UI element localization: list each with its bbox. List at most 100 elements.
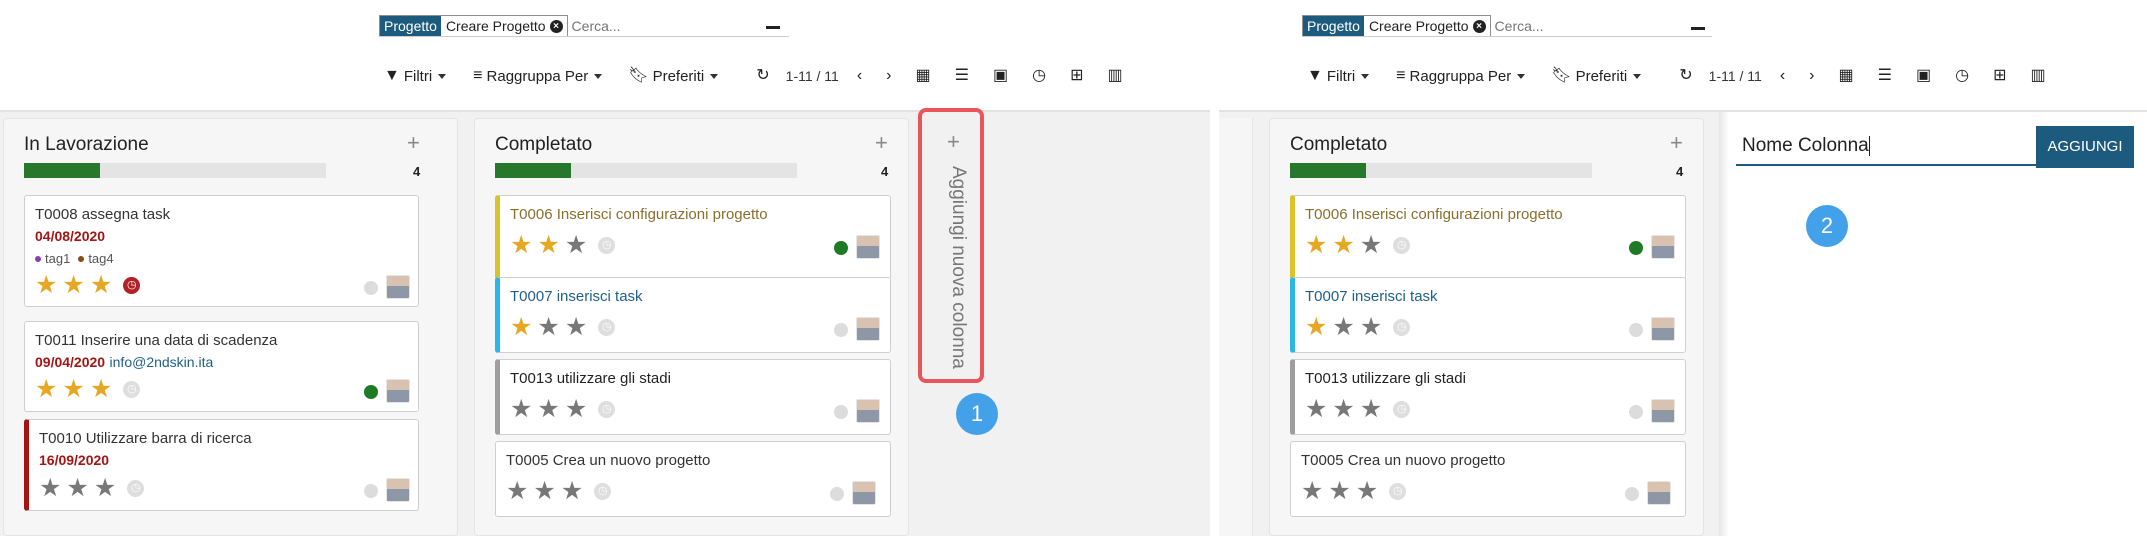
star-icon[interactable]: ★ [62, 377, 84, 402]
kanban-state-dot[interactable] [1625, 487, 1639, 501]
graph-view-icon[interactable]: ▥ [1107, 68, 1122, 84]
star-icon[interactable]: ★ [35, 273, 57, 298]
star-icon[interactable]: ★ [1301, 479, 1323, 504]
star-icon[interactable]: ★ [565, 315, 587, 340]
search-input[interactable] [1494, 18, 1685, 34]
pager-value[interactable]: 1-11 / 11 [786, 68, 839, 84]
star-icon[interactable]: ★ [1332, 233, 1354, 258]
activity-view-icon[interactable]: ◷ [1032, 68, 1046, 84]
priority-stars[interactable]: ★ ★ ★ ◷ [1301, 479, 1407, 504]
star-icon[interactable]: ★ [510, 315, 532, 340]
activity-view-icon[interactable]: ◷ [1955, 68, 1969, 84]
star-icon[interactable]: ★ [561, 479, 583, 504]
group-by-button[interactable]: ≡ Raggruppa Per [1396, 68, 1526, 85]
x-circle-icon[interactable]: × [549, 19, 563, 33]
list-view-icon[interactable]: ☰ [955, 68, 969, 84]
priority-stars[interactable]: ★ ★ ★ ◷ [1305, 233, 1411, 258]
kanban-state-dot[interactable] [834, 241, 848, 255]
search-bar[interactable]: Progetto Creare Progetto × [1302, 15, 1685, 37]
clock-icon[interactable]: ◷ [1389, 482, 1407, 500]
star-icon[interactable]: ★ [533, 479, 555, 504]
star-icon[interactable]: ★ [1328, 479, 1350, 504]
kanban-state-dot[interactable] [834, 323, 848, 337]
clock-icon[interactable]: ◷ [598, 318, 616, 336]
clock-icon[interactable]: ◷ [1393, 236, 1411, 254]
chevron-right-icon[interactable]: › [1809, 68, 1814, 84]
kanban-card[interactable]: T0008 assegna task 04/08/2020 tag1 tag4 … [24, 195, 419, 307]
plus-icon[interactable]: + [1670, 130, 1683, 156]
kanban-card[interactable]: T0005 Crea un nuovo progetto ★ ★ ★ ◷ [495, 441, 891, 517]
star-icon[interactable]: ★ [39, 476, 61, 501]
kanban-state-dot[interactable] [364, 281, 378, 295]
star-icon[interactable]: ★ [1360, 233, 1382, 258]
star-icon[interactable]: ★ [62, 273, 84, 298]
refresh-icon[interactable]: ↻ [756, 68, 769, 84]
kanban-card[interactable]: T0013 utilizzare gli stadi ★ ★ ★ ◷ [1290, 359, 1686, 435]
pivot-view-icon[interactable]: ⊞ [1993, 68, 2006, 84]
card-email[interactable]: info@2ndskin.ita [110, 354, 214, 370]
kanban-view-icon[interactable]: ▦ [916, 68, 931, 84]
kanban-state-dot[interactable] [1629, 241, 1643, 255]
chevron-right-icon[interactable]: › [886, 68, 891, 84]
star-icon[interactable]: ★ [90, 273, 112, 298]
kanban-view-icon[interactable]: ▦ [1839, 68, 1854, 84]
search-bar[interactable]: Progetto Creare Progetto × [379, 15, 762, 37]
graph-view-icon[interactable]: ▥ [2030, 68, 2045, 84]
clock-icon[interactable]: ◷ [1393, 400, 1411, 418]
star-icon[interactable]: ★ [66, 476, 88, 501]
kanban-card[interactable]: T0005 Crea un nuovo progetto ★ ★ ★ ◷ [1290, 441, 1686, 517]
star-icon[interactable]: ★ [537, 233, 559, 258]
priority-stars[interactable]: ★ ★ ★ ◷ [35, 273, 141, 298]
column-name-input[interactable]: Nome Colonna [1736, 127, 2036, 166]
chevron-left-icon[interactable]: ‹ [1780, 68, 1785, 84]
star-icon[interactable]: ★ [565, 233, 587, 258]
star-icon[interactable]: ★ [1305, 233, 1327, 258]
kanban-card[interactable]: T0007 inserisci task ★ ★ ★ ◷ [1290, 277, 1686, 353]
kanban-card[interactable]: T0013 utilizzare gli stadi ★ ★ ★ ◷ [495, 359, 891, 435]
filters-button[interactable]: ▼ Filtri [1307, 68, 1370, 85]
star-icon[interactable]: ★ [94, 476, 116, 501]
x-circle-icon[interactable]: × [1472, 19, 1486, 33]
kanban-card[interactable]: T0006 Inserisci configurazioni progetto … [1290, 195, 1686, 280]
clock-icon[interactable]: ◷ [127, 479, 145, 497]
star-icon[interactable]: ★ [1305, 315, 1327, 340]
filters-button[interactable]: ▼ Filtri [384, 68, 447, 85]
star-icon[interactable]: ★ [35, 377, 57, 402]
clock-icon[interactable]: ◷ [123, 276, 141, 294]
kanban-card[interactable]: T0006 Inserisci configurazioni progetto … [495, 195, 891, 280]
priority-stars[interactable]: ★ ★ ★ ◷ [510, 233, 616, 258]
pivot-view-icon[interactable]: ⊞ [1070, 68, 1083, 84]
star-icon[interactable]: ★ [90, 377, 112, 402]
kanban-state-dot[interactable] [834, 405, 848, 419]
kanban-state-dot[interactable] [830, 487, 844, 501]
pager-value[interactable]: 1-11 / 11 [1709, 68, 1762, 84]
star-icon[interactable]: ★ [510, 397, 532, 422]
kanban-state-dot[interactable] [1629, 323, 1643, 337]
priority-stars[interactable]: ★ ★ ★ ◷ [39, 476, 145, 501]
chevron-left-icon[interactable]: ‹ [857, 68, 862, 84]
star-icon[interactable]: ★ [537, 315, 559, 340]
kanban-card[interactable]: T0007 inserisci task ★ ★ ★ ◷ [495, 277, 891, 353]
priority-stars[interactable]: ★ ★ ★ ◷ [506, 479, 612, 504]
add-column-button[interactable]: AGGIUNGI [2036, 126, 2134, 168]
clock-icon[interactable]: ◷ [598, 236, 616, 254]
plus-icon[interactable]: + [875, 130, 888, 156]
priority-stars[interactable]: ★ ★ ★ ◷ [1305, 315, 1411, 340]
clock-icon[interactable]: ◷ [594, 482, 612, 500]
clock-icon[interactable]: ◷ [123, 380, 141, 398]
star-icon[interactable]: ★ [1332, 397, 1354, 422]
priority-stars[interactable]: ★ ★ ★ ◷ [510, 315, 616, 340]
clock-icon[interactable]: ◷ [1393, 318, 1411, 336]
star-icon[interactable]: ★ [1356, 479, 1378, 504]
clock-icon[interactable]: ◷ [598, 400, 616, 418]
favorites-button[interactable]: 🔖︎ Preferiti [628, 68, 719, 85]
priority-stars[interactable]: ★ ★ ★ ◷ [1305, 397, 1411, 422]
list-view-icon[interactable]: ☰ [1878, 68, 1892, 84]
kanban-card[interactable]: T0010 Utilizzare barra di ricerca 16/09/… [24, 419, 419, 511]
star-icon[interactable]: ★ [565, 397, 587, 422]
search-input[interactable] [571, 18, 762, 34]
star-icon[interactable]: ★ [537, 397, 559, 422]
group-by-button[interactable]: ≡ Raggruppa Per [473, 68, 603, 85]
priority-stars[interactable]: ★ ★ ★ ◷ [510, 397, 616, 422]
kanban-state-dot[interactable] [364, 385, 378, 399]
